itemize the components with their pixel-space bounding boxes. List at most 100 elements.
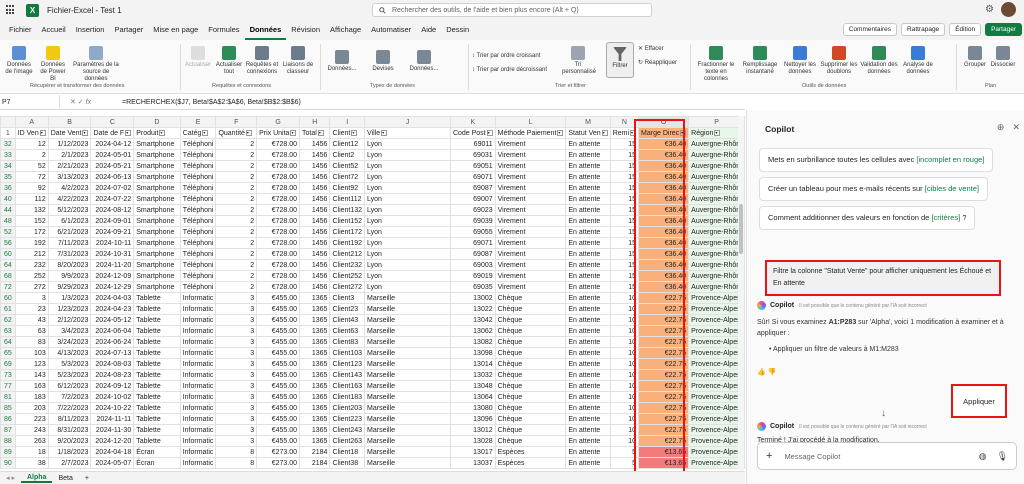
row-number[interactable]: 90: [0, 457, 16, 469]
table-row[interactable]: 40 112 4/22/2023 2024-07-22 Smartphone Téléph…: [0, 193, 745, 205]
table-cell[interactable]: 13098: [449, 347, 496, 359]
table-cell[interactable]: Lyon: [364, 270, 451, 282]
table-cell[interactable]: €36.40: [638, 215, 690, 227]
table-cell[interactable]: Tablette: [133, 303, 181, 315]
table-cell[interactable]: Client203: [329, 402, 366, 414]
table-cell[interactable]: En attente: [565, 391, 611, 403]
table-cell[interactable]: 2024-07-22: [90, 193, 135, 205]
table-cell[interactable]: 2: [215, 171, 258, 183]
row-number[interactable]: 88: [0, 435, 16, 447]
table-cell[interactable]: 1/18/2023: [47, 446, 92, 458]
table-cell[interactable]: €22.75: [638, 380, 690, 392]
table-cell[interactable]: 1456: [299, 281, 331, 293]
text-to-columns-button[interactable]: Fractionner le texte en colonnes: [694, 46, 738, 83]
table-cell[interactable]: €22.75: [638, 314, 690, 326]
table-cell[interactable]: €22.75: [638, 358, 690, 370]
table-row[interactable]: 60 212 7/31/2023 2024-10-31 Smartphone Téléph…: [0, 248, 745, 260]
table-cell[interactable]: 252: [14, 270, 49, 282]
table-cell[interactable]: Smartphone: [133, 237, 181, 249]
table-cell[interactable]: 4/22/2023: [47, 193, 92, 205]
table-row[interactable]: 36 92 4/2/2023 2024-07-02 Smartphone Téléphon…: [0, 182, 745, 194]
table-cell[interactable]: 69023: [449, 204, 496, 216]
table-row[interactable]: 68 252 9/9/2023 2024-12-09 Smartphone Télépho…: [0, 270, 745, 282]
table-cell[interactable]: €455.00: [256, 435, 301, 447]
table-cell[interactable]: 1365: [299, 292, 331, 304]
table-cell[interactable]: 23: [14, 303, 49, 315]
table-cell[interactable]: 13082: [449, 336, 496, 348]
table-cell[interactable]: 2: [215, 270, 258, 282]
filter-dropdown-icon[interactable]: ▾: [381, 129, 388, 136]
table-cell[interactable]: En attente: [565, 347, 611, 359]
row-number[interactable]: 81: [0, 391, 16, 403]
table-cell[interactable]: Client263: [329, 435, 366, 447]
table-header-cell[interactable]: Date Vent ▾: [47, 127, 92, 139]
filter-dropdown-icon[interactable]: ▾: [245, 129, 252, 136]
table-cell[interactable]: En attente: [565, 446, 611, 458]
table-cell[interactable]: En attente: [565, 182, 611, 194]
table-cell[interactable]: Client183: [329, 391, 366, 403]
table-cell[interactable]: Marseille: [364, 446, 451, 458]
table-cell[interactable]: En attente: [565, 303, 611, 315]
table-cell[interactable]: Client52: [329, 160, 366, 172]
table-cell[interactable]: 69031: [449, 149, 496, 161]
table-cell[interactable]: En attente: [565, 413, 611, 425]
table-cell[interactable]: 2024-12-20: [90, 435, 135, 447]
table-cell[interactable]: 69011: [449, 138, 496, 150]
suggestion-3[interactable]: Comment additionner des valeurs en fonct…: [759, 206, 976, 230]
table-cell[interactable]: 15: [609, 138, 640, 150]
table-cell[interactable]: 1365: [299, 325, 331, 337]
table-cell[interactable]: 2024-07-02: [90, 182, 135, 194]
table-cell[interactable]: Virement: [494, 281, 567, 293]
table-cell[interactable]: 15: [609, 270, 640, 282]
table-cell[interactable]: Informatic: [179, 413, 217, 425]
table-cell[interactable]: Auvergne-Rhôn: [688, 259, 745, 271]
refresh-all-button[interactable]: Actualiser tout: [214, 46, 244, 76]
data-source-settings-button[interactable]: Paramètres de la source de données: [72, 46, 120, 83]
table-cell[interactable]: €455.00: [256, 325, 301, 337]
table-cell[interactable]: Téléphoni: [179, 182, 217, 194]
table-cell[interactable]: 69051: [449, 160, 496, 172]
table-cell[interactable]: En attente: [565, 369, 611, 381]
table-cell[interactable]: Chèque: [494, 435, 567, 447]
table-cell[interactable]: Client12: [329, 138, 366, 150]
table-cell[interactable]: Client63: [329, 325, 366, 337]
table-cell[interactable]: Auvergne-Rhôn: [688, 171, 745, 183]
table-cell[interactable]: 10: [609, 292, 640, 304]
close-icon[interactable]: ✕: [1012, 122, 1020, 133]
table-cell[interactable]: Téléphoni: [179, 138, 217, 150]
row-number[interactable]: 44: [0, 204, 16, 216]
table-header-cell[interactable]: Méthode Paiement ▾: [494, 127, 567, 139]
table-cell[interactable]: 3: [215, 435, 258, 447]
table-cell[interactable]: 2024-11-20: [90, 259, 135, 271]
table-cell[interactable]: 83: [14, 336, 49, 348]
table-cell[interactable]: €455.00: [256, 303, 301, 315]
table-cell[interactable]: €728.00: [256, 237, 301, 249]
table-cell[interactable]: €455.00: [256, 402, 301, 414]
table-cell[interactable]: 15: [609, 193, 640, 205]
row-number[interactable]: 62: [0, 314, 16, 326]
table-cell[interactable]: €728.00: [256, 171, 301, 183]
table-cell[interactable]: Smartphone: [133, 226, 181, 238]
filter-dropdown-icon[interactable]: ▾: [317, 129, 324, 136]
table-cell[interactable]: Lyon: [364, 138, 451, 150]
table-cell[interactable]: 2024-04-18: [90, 446, 135, 458]
table-cell[interactable]: Virement: [494, 171, 567, 183]
row-number[interactable]: 40: [0, 193, 16, 205]
table-row[interactable]: 85 203 7/22/2023 2024-10-22 Tablette Informat…: [0, 402, 745, 414]
table-cell[interactable]: 2024-12-09: [90, 270, 135, 282]
table-cell[interactable]: €22.75: [638, 336, 690, 348]
table-cell[interactable]: 1365: [299, 347, 331, 359]
table-cell[interactable]: 10: [609, 402, 640, 414]
table-cell[interactable]: 2024-05-01: [90, 149, 135, 161]
table-cell[interactable]: Client3: [329, 292, 366, 304]
table-cell[interactable]: Informatic: [179, 303, 217, 315]
table-cell[interactable]: 1365: [299, 369, 331, 381]
table-cell[interactable]: Téléphoni: [179, 281, 217, 293]
table-cell[interactable]: 6/21/2023: [47, 226, 92, 238]
table-cell[interactable]: Marseille: [364, 457, 451, 469]
table-cell[interactable]: Provence-Alpes: [688, 358, 745, 370]
table-cell[interactable]: 2024-06-13: [90, 171, 135, 183]
table-cell[interactable]: Client103: [329, 347, 366, 359]
table-cell[interactable]: Smartphone: [133, 204, 181, 216]
table-cell[interactable]: Virement: [494, 215, 567, 227]
